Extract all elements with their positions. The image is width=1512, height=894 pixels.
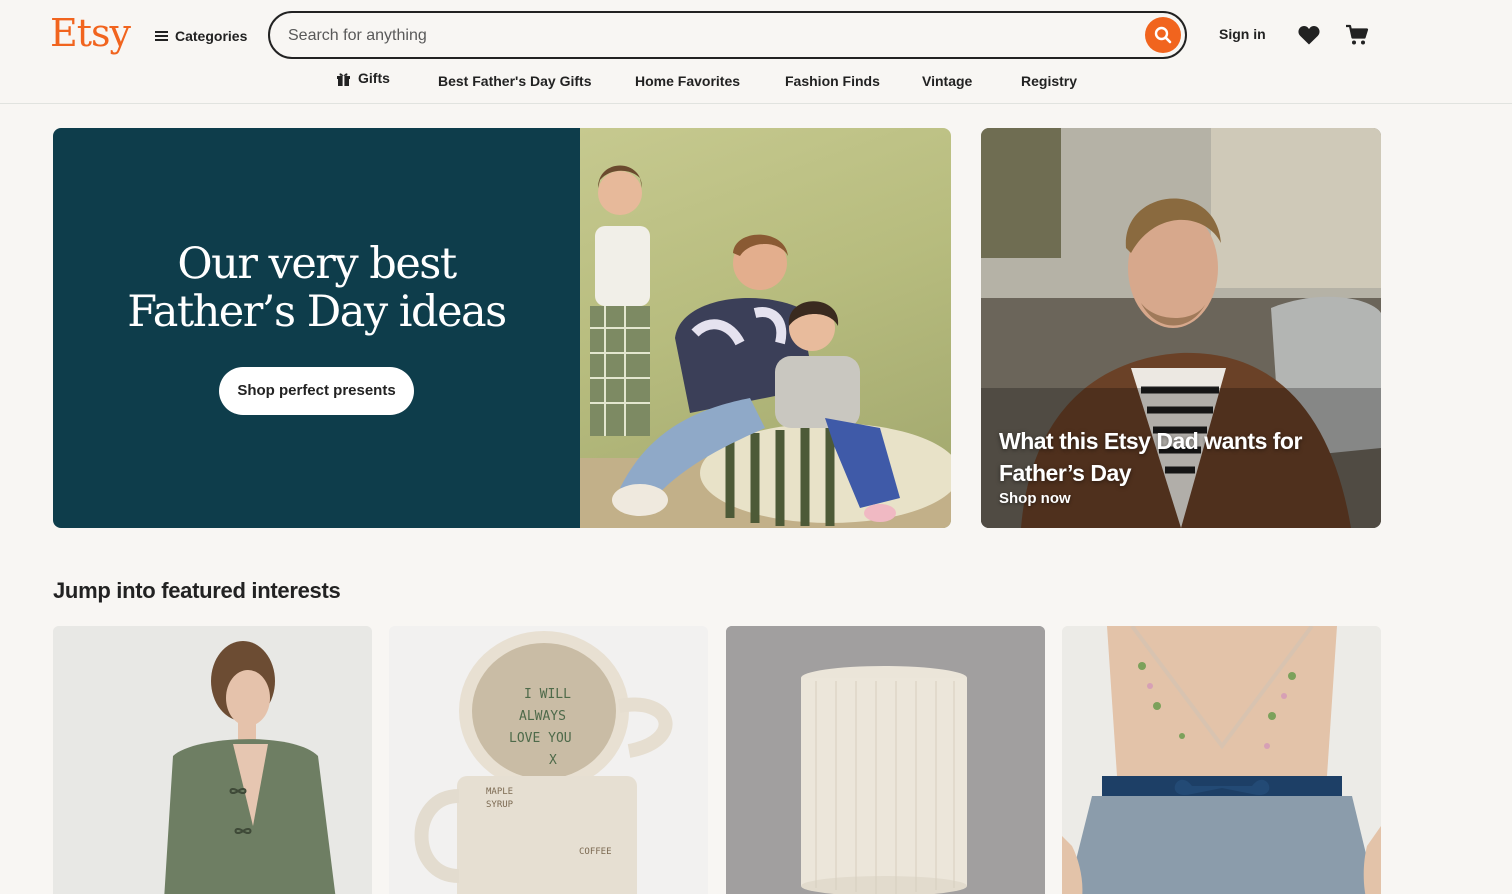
svg-text:X: X bbox=[549, 753, 557, 768]
nav-item-registry[interactable]: Registry bbox=[1021, 73, 1077, 89]
search-button[interactable] bbox=[1145, 17, 1181, 53]
featured-card-wedding[interactable] bbox=[1062, 626, 1381, 894]
hero-title-line: Father’s Day ideas bbox=[127, 287, 507, 337]
featured-interests-heading: Jump into featured interests bbox=[53, 578, 341, 603]
search-input[interactable] bbox=[288, 23, 1128, 49]
nav-item-label: Vintage bbox=[922, 73, 973, 89]
hero-family-photo bbox=[580, 128, 951, 528]
menu-icon bbox=[155, 31, 168, 41]
family-illustration bbox=[580, 165, 951, 528]
nav-item-label: Gifts bbox=[358, 70, 390, 86]
nav-item-vintage[interactable]: Vintage bbox=[922, 73, 972, 89]
etsy-dad-promo-card[interactable]: What this Etsy Dad wants for Father’s Da… bbox=[981, 128, 1381, 528]
nav-item-label: Home Favorites bbox=[635, 73, 741, 89]
featured-card-mugs[interactable]: I WILL ALWAYS LOVE YOU X MAPLE SYRUP COF… bbox=[389, 626, 708, 894]
nav-item-fathers-day-gifts[interactable]: Best Father's Day Gifts bbox=[438, 73, 592, 89]
green-cardigan-photo bbox=[53, 626, 372, 894]
nav-item-label: Fashion Finds bbox=[785, 73, 880, 89]
nav-item-label: Best Father's Day Gifts bbox=[438, 73, 592, 89]
shop-now-link[interactable]: Shop now bbox=[999, 490, 1071, 507]
nav-item-home-favorites[interactable]: Home Favorites bbox=[635, 73, 740, 89]
hero-title: Our very best Father’s Day ideas bbox=[53, 240, 580, 336]
etsy-dad-title: What this Etsy Dad wants for Father’s Da… bbox=[999, 428, 1302, 486]
category-nav: Gifts Best Father's Day Gifts Home Favor… bbox=[0, 70, 1512, 94]
hero-title-line: Our very best bbox=[177, 239, 457, 289]
svg-text:I WILL: I WILL bbox=[524, 687, 571, 702]
categories-label: Categories bbox=[175, 28, 248, 44]
heart-icon[interactable] bbox=[1297, 24, 1321, 46]
etsy-logo[interactable]: Etsy bbox=[50, 8, 131, 58]
gift-icon bbox=[337, 72, 350, 86]
sign-in-link[interactable]: Sign in bbox=[1219, 26, 1266, 42]
hero-text-panel: Our very best Father’s Day ideas Shop pe… bbox=[53, 128, 580, 528]
search-icon bbox=[1154, 26, 1172, 44]
svg-text:MAPLE: MAPLE bbox=[486, 787, 513, 797]
shop-perfect-presents-button[interactable]: Shop perfect presents bbox=[219, 367, 414, 415]
nav-item-fashion-finds[interactable]: Fashion Finds bbox=[785, 73, 880, 89]
nav-item-gifts[interactable]: Gifts bbox=[336, 70, 390, 86]
svg-text:SYRUP: SYRUP bbox=[486, 800, 514, 810]
search-bar bbox=[268, 11, 1187, 59]
lamp-photo bbox=[726, 626, 1045, 894]
hero-banner[interactable]: Our very best Father’s Day ideas Shop pe… bbox=[53, 128, 951, 528]
site-header: Etsy Categories Sign in bbox=[0, 0, 1512, 104]
nav-item-label: Registry bbox=[1021, 73, 1078, 89]
featured-card-fashion[interactable] bbox=[53, 626, 372, 894]
wedding-dress-photo bbox=[1062, 626, 1381, 894]
featured-card-home[interactable] bbox=[726, 626, 1045, 894]
svg-text:ALWAYS: ALWAYS bbox=[519, 709, 566, 724]
svg-text:COFFEE: COFFEE bbox=[579, 847, 612, 857]
svg-text:LOVE YOU: LOVE YOU bbox=[509, 731, 572, 746]
categories-button[interactable]: Categories bbox=[155, 25, 247, 47]
cart-icon[interactable] bbox=[1344, 22, 1370, 48]
ceramic-mug-photo: I WILL ALWAYS LOVE YOU X MAPLE SYRUP COF… bbox=[389, 626, 708, 894]
